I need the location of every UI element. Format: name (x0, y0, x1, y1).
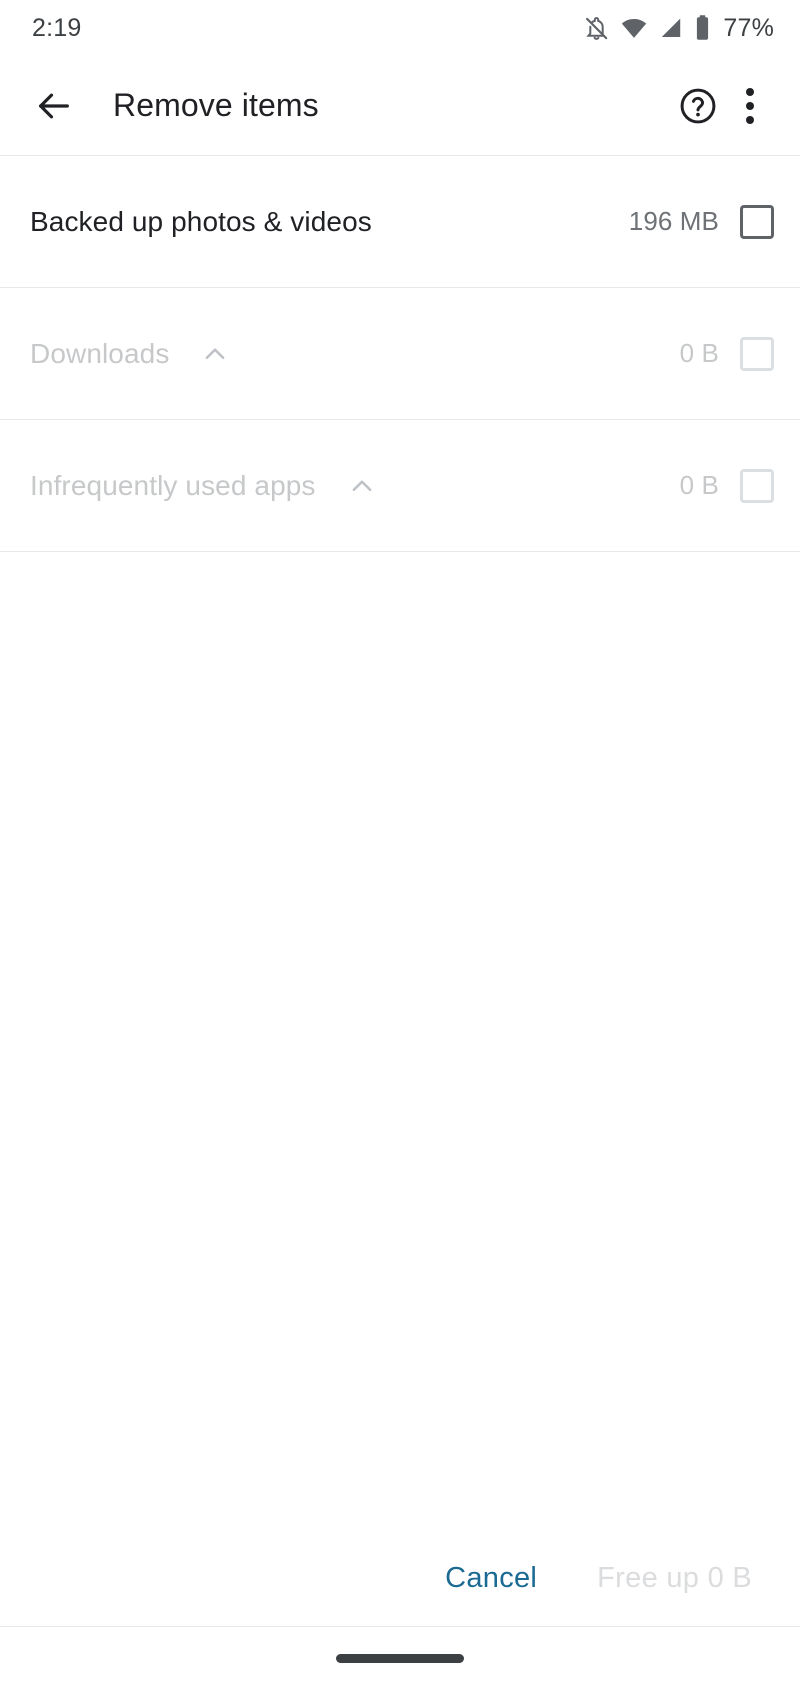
overflow-dots (746, 87, 754, 124)
page-title: Remove items (113, 87, 319, 123)
battery-icon (694, 14, 711, 42)
action-bar: Cancel Free up 0 B (0, 1530, 800, 1626)
list-item-label: Backed up photos & videos (30, 205, 372, 237)
status-time: 2:19 (32, 13, 82, 42)
back-arrow-icon[interactable] (28, 80, 80, 132)
free-up-button[interactable]: Free up 0 B (589, 1556, 760, 1601)
app-bar: Remove items (0, 56, 800, 155)
notifications-off-icon (583, 15, 610, 42)
list-item-checkbox[interactable] (740, 336, 774, 371)
more-vert-icon[interactable] (724, 80, 776, 132)
list-item-label: Infrequently used apps (30, 469, 316, 501)
status-icon-group: 77% (583, 14, 774, 43)
list-item-checkbox[interactable] (740, 468, 774, 503)
list-item-label: Downloads (30, 337, 170, 369)
list-item-infrequently-used-apps[interactable]: Infrequently used apps 0 B (0, 420, 800, 551)
navigation-bar (0, 1627, 800, 1689)
help-circle-icon[interactable] (672, 80, 724, 132)
status-bar: 2:19 77% (0, 0, 800, 56)
remove-items-screen: 2:19 77% Remove items Backed up photos &… (0, 0, 800, 1689)
cell-signal-icon (658, 15, 684, 41)
battery-percent-label: 77% (723, 13, 774, 42)
list-item-size: 0 B (679, 470, 719, 500)
chevron-up-icon[interactable] (342, 466, 382, 506)
list-item-backed-up-photos[interactable]: Backed up photos & videos 196 MB (0, 156, 800, 287)
cancel-button[interactable]: Cancel (437, 1556, 545, 1601)
empty-content-area (0, 552, 800, 1530)
list-item-checkbox[interactable] (740, 204, 774, 239)
list-item-size: 0 B (679, 338, 719, 368)
home-gesture-pill[interactable] (336, 1653, 464, 1663)
chevron-up-icon[interactable] (195, 334, 235, 374)
list-item-size: 196 MB (628, 206, 719, 236)
wifi-icon (620, 14, 648, 42)
removable-items-list: Backed up photos & videos 196 MB Downloa… (0, 156, 800, 552)
list-item-downloads[interactable]: Downloads 0 B (0, 288, 800, 419)
